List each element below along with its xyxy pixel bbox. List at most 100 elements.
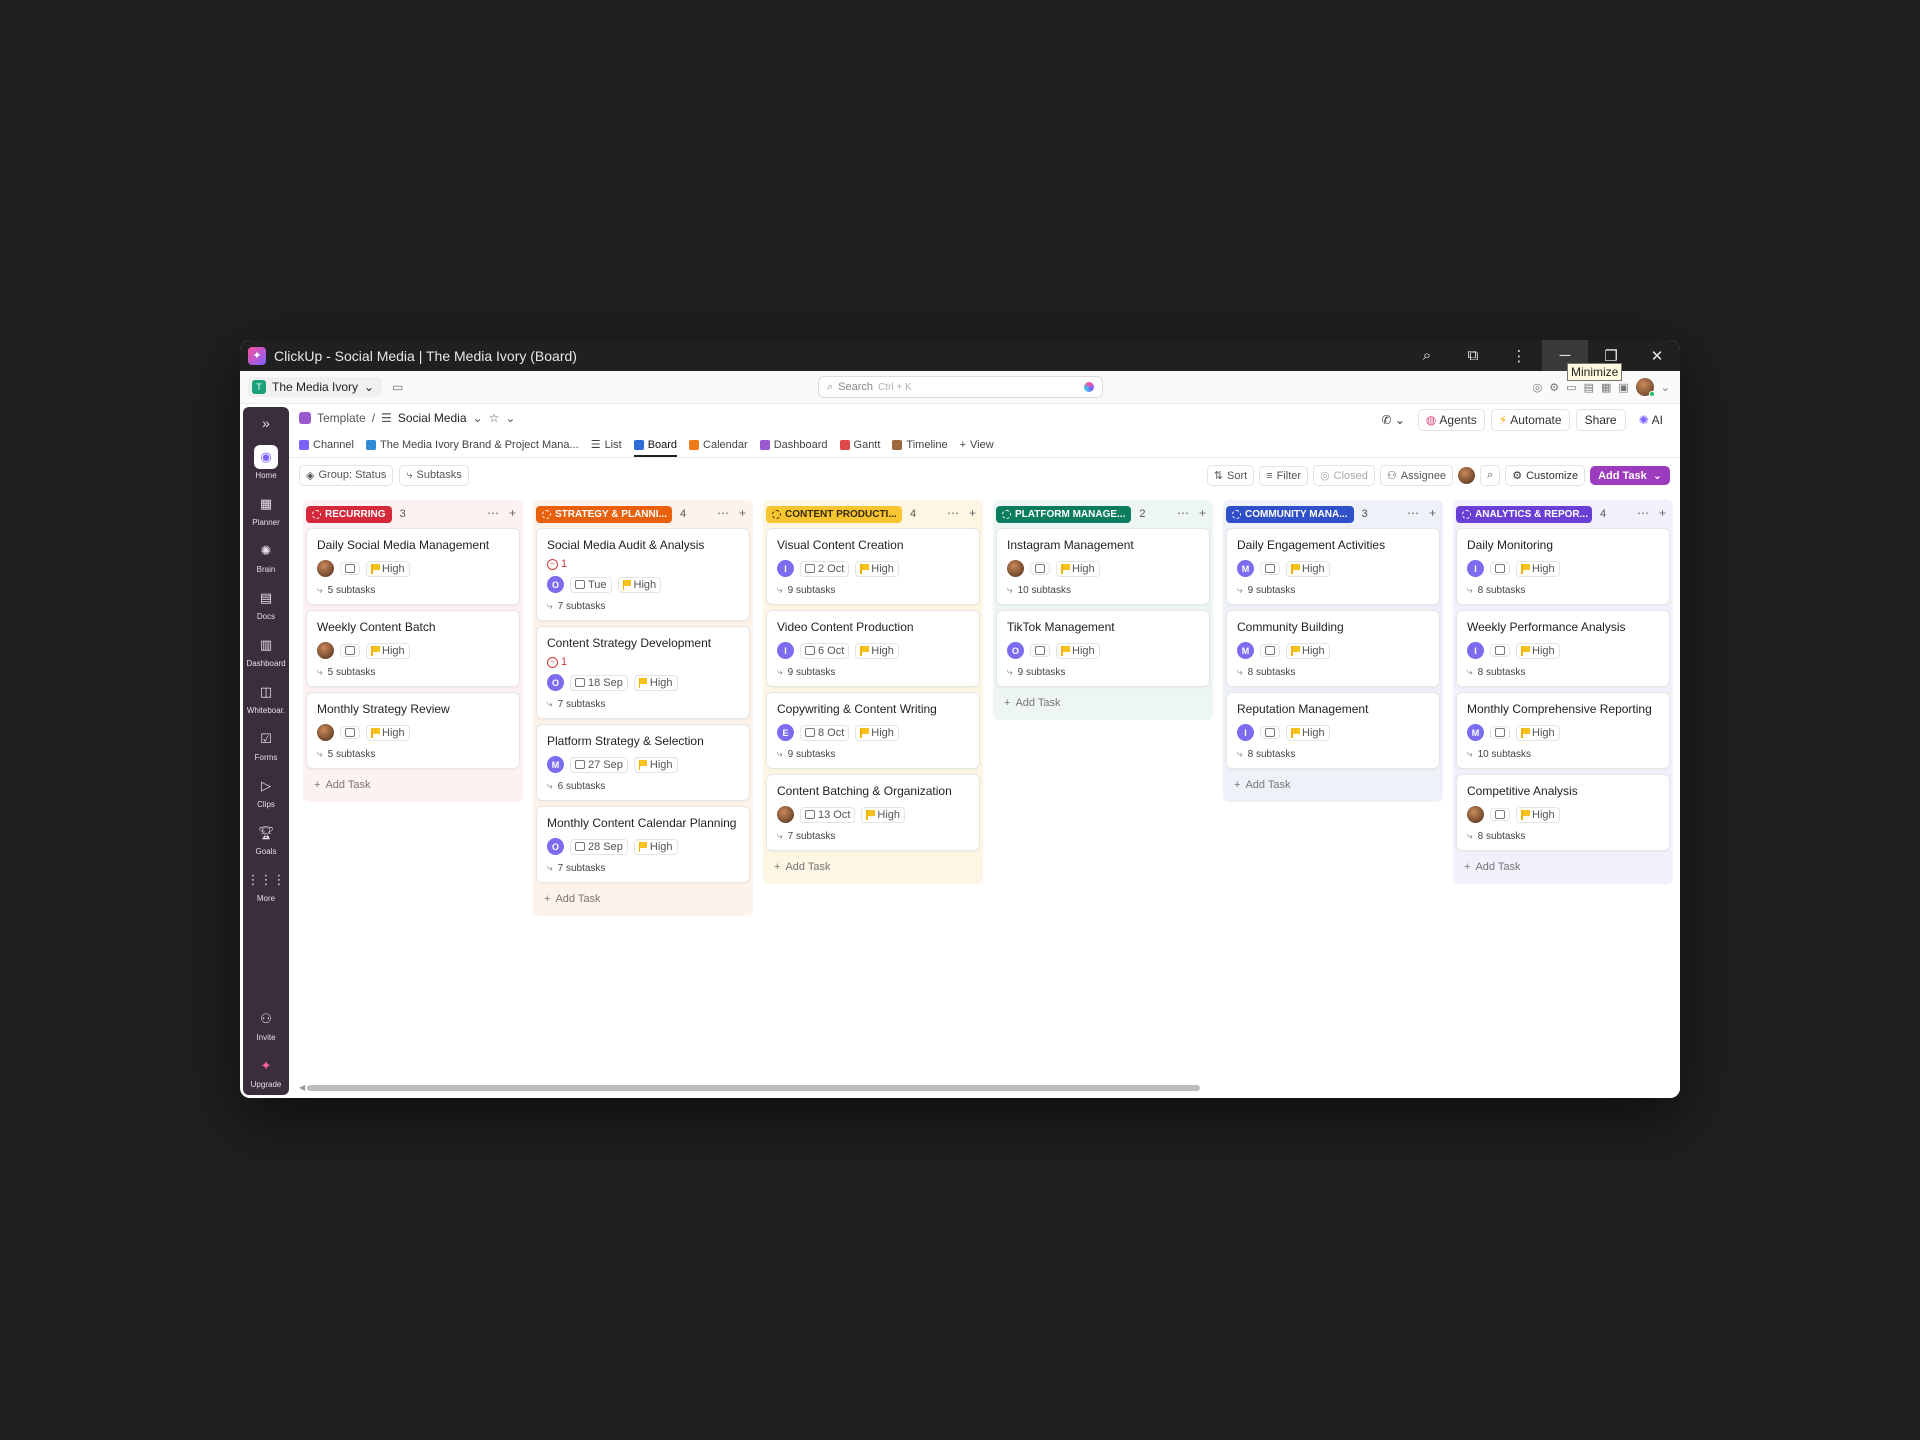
horizontal-scrollbar[interactable]: ◀	[299, 1083, 1670, 1092]
filter-button[interactable]: ≡ Filter	[1259, 465, 1309, 486]
closed-button[interactable]: ◎ Closed	[1313, 465, 1375, 486]
subtask-toggle[interactable]: ⤷ 5 subtasks	[317, 585, 509, 596]
priority-badge[interactable]: High	[1286, 724, 1330, 741]
plus-icon[interactable]: +	[509, 506, 516, 520]
chevron-down-icon[interactable]: ⌄	[505, 411, 515, 425]
task-title[interactable]: Monthly Strategy Review	[317, 702, 509, 716]
search-input[interactable]: ⌕ Search Ctrl + K	[818, 376, 1103, 398]
task-card[interactable]: Monthly Strategy Review High ⤷ 5 subtasks	[306, 692, 520, 769]
group-by-button[interactable]: ◈ Group: Status	[299, 464, 394, 486]
due-date[interactable]	[340, 726, 360, 739]
agents-button[interactable]: ◍ Agents	[1417, 409, 1485, 431]
plus-icon[interactable]: +	[1199, 506, 1206, 520]
breadcrumb-template[interactable]: Template	[317, 411, 366, 425]
task-title[interactable]: Weekly Content Batch	[317, 620, 509, 634]
priority-badge[interactable]: High	[1056, 560, 1100, 577]
add-task-link[interactable]: + Add Task	[766, 856, 980, 878]
priority-badge[interactable]: High	[1516, 724, 1560, 741]
due-date[interactable]	[1030, 562, 1050, 575]
subtasks-button[interactable]: ⤷ Subtasks	[399, 464, 469, 486]
add-view-button[interactable]: + View	[960, 439, 994, 457]
assignee-avatar[interactable]: I	[777, 560, 794, 577]
task-card[interactable]: Content Strategy Development –1 O 18 Sep Hig…	[536, 626, 750, 719]
more-horizontal-icon[interactable]: ⋯	[1637, 506, 1649, 520]
task-title[interactable]: Copywriting & Content Writing	[777, 702, 969, 716]
task-title[interactable]: Monthly Content Calendar Planning	[547, 816, 739, 830]
priority-badge[interactable]: High	[855, 560, 899, 577]
due-date[interactable]	[340, 644, 360, 657]
status-badge[interactable]: STRATEGY & PLANNI...	[536, 505, 672, 523]
priority-badge[interactable]: High	[855, 642, 899, 659]
scrollbar-thumb[interactable]	[307, 1085, 1200, 1091]
subtask-toggle[interactable]: ⤷ 7 subtasks	[777, 831, 969, 842]
assignee-avatar[interactable]: I	[1467, 560, 1484, 577]
due-date[interactable]	[1260, 644, 1280, 657]
tab-dashboard[interactable]: Dashboard	[759, 439, 828, 457]
close-button[interactable]: ✕	[1634, 340, 1680, 371]
rail-item-upgrade[interactable]: ✦ Upgrade	[243, 1054, 289, 1089]
task-title[interactable]: Content Batching & Organization	[777, 784, 969, 798]
sort-button[interactable]: ⇅ Sort	[1206, 465, 1255, 486]
more-horizontal-icon[interactable]: ⋯	[1407, 506, 1419, 520]
assignee-avatar[interactable]: O	[547, 674, 564, 691]
subtask-toggle[interactable]: ⤷ 10 subtasks	[1467, 749, 1659, 760]
subtask-toggle[interactable]: ⤷ 9 subtasks	[1237, 585, 1429, 596]
priority-badge[interactable]: High	[1516, 560, 1560, 577]
subtask-toggle[interactable]: ⤷ 5 subtasks	[317, 749, 509, 760]
board-search-icon[interactable]: ⌕	[1480, 465, 1501, 486]
tab-timeline[interactable]: Timeline	[892, 439, 948, 457]
subtask-toggle[interactable]: ⤷ 7 subtasks	[547, 699, 739, 710]
task-card[interactable]: Monthly Comprehensive Reporting M High ⤷ 10 …	[1456, 692, 1670, 769]
task-title[interactable]: Content Strategy Development	[547, 636, 739, 650]
tab-calendar[interactable]: Calendar	[689, 439, 748, 457]
due-date[interactable]: 28 Sep	[570, 838, 628, 855]
rail-item-goals[interactable]: 🏆︎ Goals	[243, 821, 289, 856]
notepad-icon[interactable]: ▣	[1618, 381, 1628, 394]
task-card[interactable]: Copywriting & Content Writing E 8 Oct High ⤷…	[766, 692, 980, 769]
more-vertical-icon[interactable]: ⋮	[1496, 340, 1542, 371]
tab-list[interactable]: ☰ List	[591, 438, 622, 457]
subtask-toggle[interactable]: ⤷ 7 subtasks	[547, 863, 739, 874]
rail-item-docs[interactable]: ▤ Docs	[243, 586, 289, 621]
priority-badge[interactable]: High	[633, 674, 678, 691]
task-card[interactable]: Video Content Production I 6 Oct High ⤷ 9 sub…	[766, 610, 980, 687]
due-date[interactable]	[1490, 808, 1510, 821]
task-card[interactable]: Competitive Analysis High ⤷ 8 subtasks	[1456, 774, 1670, 851]
status-badge[interactable]: CONTENT PRODUCTI...	[766, 505, 902, 523]
subtask-toggle[interactable]: ⤷ 7 subtasks	[547, 601, 739, 612]
status-badge[interactable]: ANALYTICS & REPOR...	[1456, 505, 1592, 523]
status-badge[interactable]: COMMUNITY MANA...	[1226, 505, 1354, 523]
more-horizontal-icon[interactable]: ⋯	[717, 506, 729, 520]
tab-gantt[interactable]: Gantt	[839, 439, 880, 457]
due-date[interactable]: 18 Sep	[570, 674, 628, 691]
rail-item-dashboard[interactable]: ▥ Dashboard	[243, 633, 289, 668]
priority-badge[interactable]: High	[633, 838, 678, 855]
assignee-avatar[interactable]	[317, 724, 334, 741]
user-avatar[interactable]	[1635, 378, 1655, 397]
add-task-link[interactable]: + Add Task	[1226, 774, 1440, 796]
due-date[interactable]: 6 Oct	[800, 642, 850, 659]
automate-button[interactable]: ⚡︎ Automate	[1490, 409, 1570, 431]
plus-icon[interactable]: +	[1659, 506, 1666, 520]
task-title[interactable]: Daily Engagement Activities	[1237, 538, 1429, 552]
share-button[interactable]: Share	[1575, 409, 1626, 431]
priority-badge[interactable]: High	[366, 642, 410, 659]
priority-badge[interactable]: High	[861, 806, 906, 823]
doc-icon[interactable]: ▤	[1584, 381, 1594, 394]
breadcrumb-current[interactable]: Social Media	[398, 411, 467, 425]
assignee-avatar[interactable]: I	[777, 642, 794, 659]
task-card[interactable]: Weekly Performance Analysis I High ⤷ 8 subta…	[1456, 610, 1670, 687]
assignee-avatar[interactable]: O	[547, 576, 564, 593]
call-icon[interactable]: ✆ ⌄	[1374, 410, 1411, 430]
plus-icon[interactable]: +	[969, 506, 976, 520]
ai-brain-icon[interactable]	[1084, 382, 1094, 392]
task-card[interactable]: TikTok Management O High ⤷ 9 subtasks	[996, 610, 1210, 687]
star-icon[interactable]: ☆	[489, 411, 500, 425]
priority-badge[interactable]: High	[1286, 560, 1330, 577]
plus-icon[interactable]: +	[739, 506, 746, 520]
rail-item-brain[interactable]: ✺ Brain	[243, 539, 289, 574]
assignee-avatar[interactable]	[317, 560, 334, 577]
task-card[interactable]: Community Building M High ⤷ 8 subtasks	[1226, 610, 1440, 687]
assignee-avatar[interactable]: M	[1237, 642, 1254, 659]
subtask-toggle[interactable]: ⤷ 9 subtasks	[1007, 667, 1199, 678]
